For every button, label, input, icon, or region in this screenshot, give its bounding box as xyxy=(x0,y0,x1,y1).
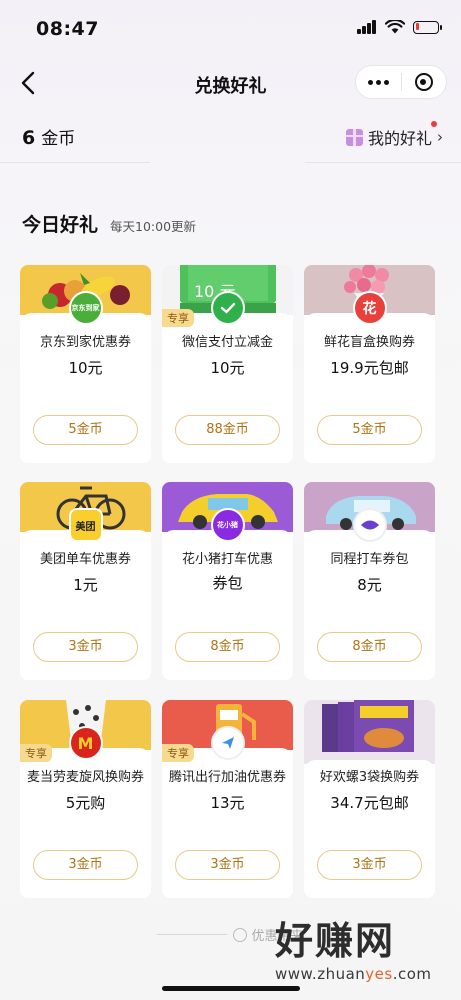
coins-row: 6 金币 我的好礼 › xyxy=(0,115,461,159)
exclusive-tag: 专享 xyxy=(20,744,52,762)
gift-name: 花小猪打车优惠 xyxy=(181,552,273,567)
target-icon xyxy=(414,73,433,91)
gift-card[interactable]: 花小猪 花小猪打车优惠 券包 8金币 xyxy=(162,482,293,680)
huaxiaozhu-logo: 花小猪 xyxy=(210,508,245,542)
redeem-button[interactable]: 3金币 xyxy=(175,850,280,880)
close-mini-program-button[interactable] xyxy=(402,66,447,98)
exclusive-tag: 专享 xyxy=(162,744,194,762)
gift-price: 19.9元包邮 xyxy=(330,359,409,377)
status-icons xyxy=(357,20,442,34)
tencent-mobility-logo xyxy=(210,726,245,760)
coin-count: 6 xyxy=(22,127,36,149)
gift-price: 10元 xyxy=(68,359,103,377)
my-gifts-label: 我的好礼 xyxy=(368,121,437,149)
more-icon xyxy=(367,79,389,85)
section-header: 今日好礼 每天10:00更新 xyxy=(22,210,196,237)
gift-card[interactable]: 10 元 专享 微信支付立减金 10元 88金币 xyxy=(162,265,293,463)
watermark-title: 好赚网 xyxy=(275,919,396,963)
jd-daojia-logo: 京东到家 xyxy=(68,291,103,325)
notification-dot xyxy=(431,121,437,127)
my-gifts-link[interactable]: 我的好礼 › xyxy=(345,121,443,149)
wifi-icon xyxy=(385,20,405,34)
home-indicator xyxy=(162,986,300,991)
battery-icon xyxy=(413,20,442,34)
mini-program-capsule xyxy=(355,65,447,99)
site-watermark: 好赚网 www.zhuanyes.com xyxy=(275,910,445,990)
gift-card[interactable]: 同程打车券包 8元 8金币 xyxy=(304,482,435,680)
gift-card[interactable]: 美团 美团单车优惠券 1元 3金币 xyxy=(20,482,151,680)
gift-name: 好欢螺3袋换购券 xyxy=(319,770,420,785)
redeem-button[interactable]: 5金币 xyxy=(317,415,422,445)
meituan-logo: 美团 xyxy=(68,508,103,542)
redeem-button[interactable]: 8金币 xyxy=(317,632,422,662)
redeem-button[interactable]: 3金币 xyxy=(33,632,138,662)
coin-unit: 金币 xyxy=(41,129,76,149)
gift-card[interactable]: 专享 M 麦当劳麦旋风换购券 5元购 3金币 xyxy=(20,700,151,898)
gift-price: 8元 xyxy=(357,576,382,594)
gift-name: 京东到家优惠券 xyxy=(39,335,131,350)
noodle-package-illustration xyxy=(322,700,414,752)
gift-card[interactable]: 京东到家 京东到家优惠券 10元 5金币 xyxy=(20,265,151,463)
chevron-right-icon: › xyxy=(437,128,443,146)
gift-name: 腾讯出行加油优惠券 xyxy=(168,770,286,785)
redeem-button[interactable]: 3金币 xyxy=(33,850,138,880)
gift-card[interactable]: 花 鲜花盲盒换购券 19.9元包邮 5金币 xyxy=(304,265,435,463)
gift-icon xyxy=(345,128,363,146)
gift-price: 1元 xyxy=(73,576,98,594)
status-bar: 08:47 xyxy=(0,0,461,58)
status-time: 08:47 xyxy=(36,18,99,40)
gift-card[interactable]: 专享 腾讯出行加油优惠券 13元 3金币 xyxy=(162,700,293,898)
nav-bar: 兑换好礼 xyxy=(0,58,461,108)
flower-brand-logo: 花 xyxy=(352,291,387,325)
redeem-button[interactable]: 5金币 xyxy=(33,415,138,445)
exclusive-tag: 专享 xyxy=(162,309,194,327)
gift-price: 10元 xyxy=(210,359,245,377)
gift-name: 微信支付立减金 xyxy=(181,335,273,350)
card-banner xyxy=(304,700,435,764)
coin-icon xyxy=(233,927,248,942)
redeem-button[interactable]: 3金币 xyxy=(317,850,422,880)
redeem-button[interactable]: 88金币 xyxy=(175,415,280,445)
gift-name: 鲜花盲盒换购券 xyxy=(323,335,415,350)
gift-name: 美团单车优惠券 xyxy=(39,552,131,567)
gift-price: 券包 xyxy=(212,574,243,592)
watermark-url: www.zhuanyes.com xyxy=(275,965,432,983)
gift-price: 34.7元包邮 xyxy=(330,794,409,812)
more-button[interactable] xyxy=(356,66,401,98)
wechat-pay-logo xyxy=(210,291,245,325)
gift-card[interactable]: 好欢螺3袋换购券 34.7元包邮 3金币 xyxy=(304,700,435,898)
mcdonalds-logo: M xyxy=(68,726,103,760)
tongcheng-logo xyxy=(352,508,387,542)
redeem-button[interactable]: 8金币 xyxy=(175,632,280,662)
gift-name: 同程打车券包 xyxy=(330,552,409,567)
signal-icon xyxy=(357,20,377,34)
gift-price: 13元 xyxy=(210,794,245,812)
coin-balance: 6 金币 xyxy=(22,124,75,149)
gift-name: 麦当劳麦旋风换购券 xyxy=(26,770,144,785)
gift-price: 5元购 xyxy=(65,794,106,812)
section-title: 今日好礼 xyxy=(22,214,99,236)
section-subtitle: 每天10:00更新 xyxy=(110,219,197,234)
